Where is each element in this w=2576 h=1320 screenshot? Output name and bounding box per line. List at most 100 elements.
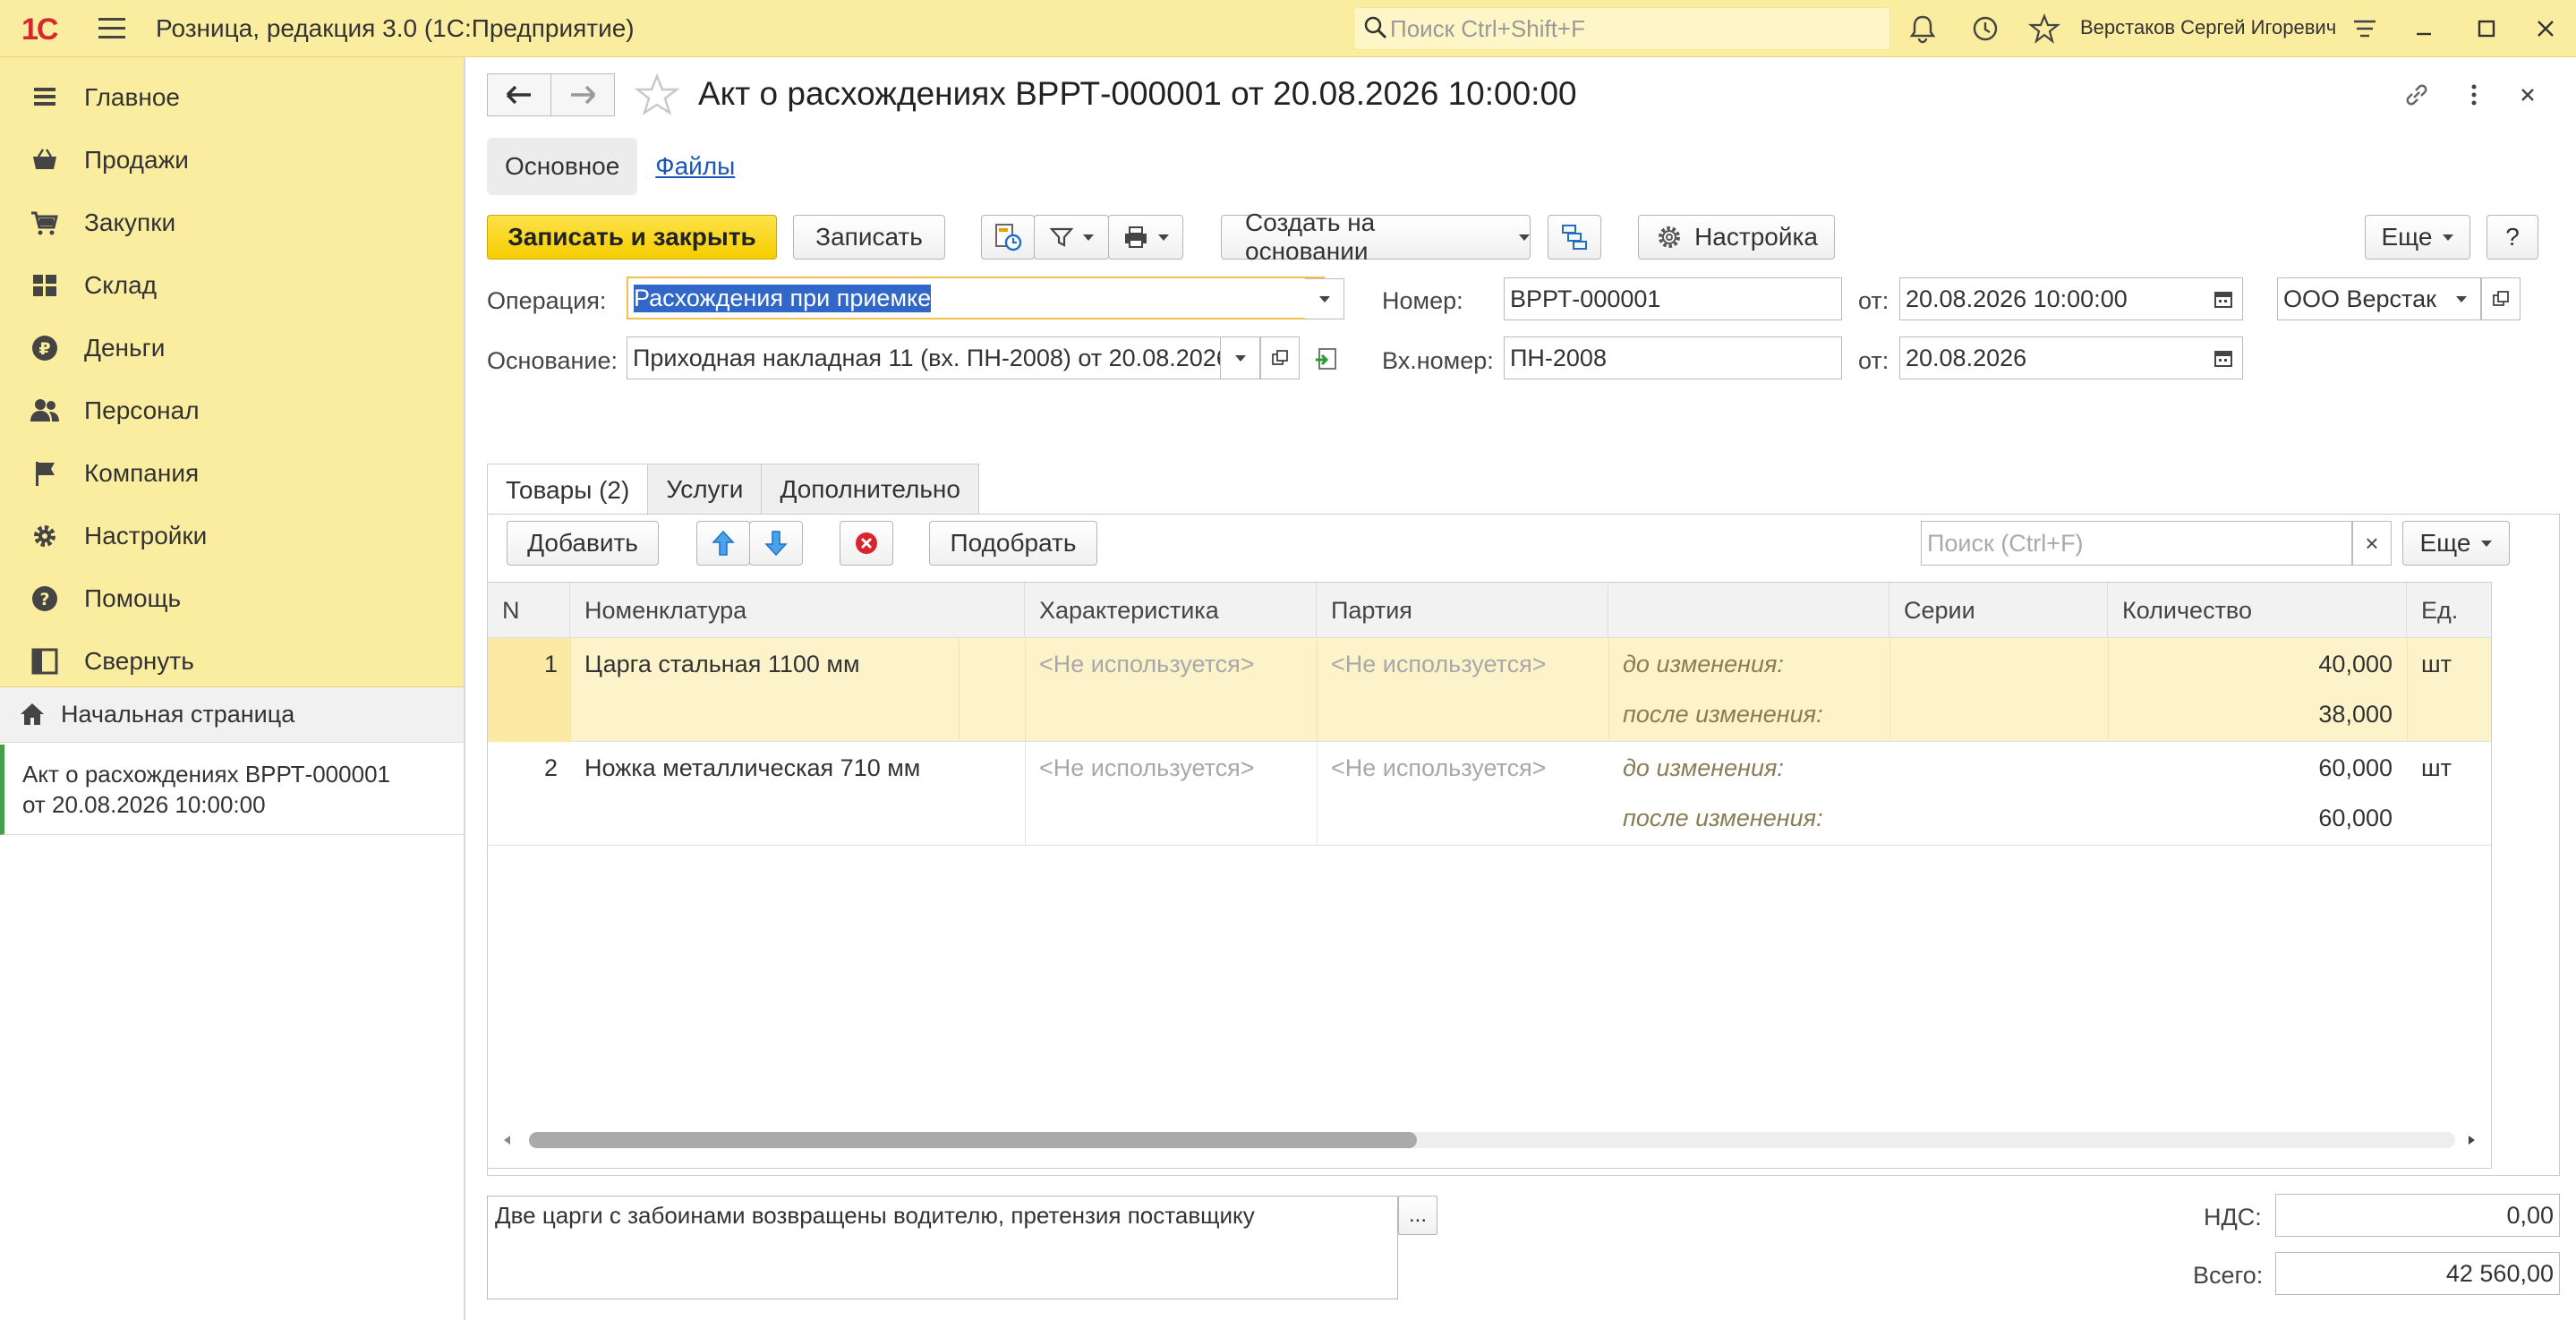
move-up-button[interactable] (696, 521, 750, 566)
global-search-input[interactable]: Поиск Ctrl+Shift+F (1353, 7, 1890, 50)
scroll-right-icon[interactable] (2464, 1134, 2478, 1146)
sidebar-item-company[interactable]: Компания (0, 442, 464, 505)
settings-lines-icon[interactable] (2349, 13, 2381, 45)
favorite-star-icon[interactable] (634, 72, 680, 118)
hamburger-menu-icon[interactable] (98, 18, 125, 39)
back-button[interactable] (487, 73, 551, 116)
favorites-star-icon[interactable] (2028, 13, 2060, 45)
global-search-placeholder: Поиск Ctrl+Shift+F (1390, 15, 1585, 42)
tab-additional[interactable]: Дополнительно (761, 464, 979, 514)
sidebar-item-help[interactable]: ? Помощь (0, 567, 464, 630)
structure-button[interactable] (1548, 215, 1601, 260)
incoming-date-picker-button[interactable] (2204, 336, 2243, 379)
basis-open-button[interactable] (1260, 336, 1300, 379)
table-more-button[interactable]: Еще (2402, 521, 2510, 566)
more-button[interactable]: Еще (2365, 215, 2470, 260)
table-row[interactable]: 2 Ножка металлическая 710 мм <Не использ… (488, 742, 2491, 846)
sidebar-item-collapse[interactable]: Свернуть (0, 630, 464, 693)
row-number: 2 (543, 754, 558, 781)
tab-files[interactable]: Файлы (637, 138, 753, 195)
page-title: Акт о расхождениях ВРРТ-000001 от 20.08.… (698, 75, 1577, 112)
chevron-down-icon (2455, 295, 2467, 302)
column-header-series[interactable]: Серии (1889, 583, 2108, 638)
open-window-icon (1272, 350, 1288, 365)
history-icon[interactable] (1969, 13, 2001, 45)
app-window: 1С Розница, редакция 3.0 (1С:Предприятие… (0, 0, 2576, 1320)
arrow-down-icon (764, 531, 788, 557)
minimize-icon[interactable] (2406, 11, 2442, 47)
basis-dropdown[interactable] (1221, 336, 1260, 379)
operation-field[interactable]: Расхождения при приемке (627, 277, 1325, 319)
sidebar-item-personnel[interactable]: Персонал (0, 379, 464, 442)
close-form-icon[interactable] (2510, 77, 2546, 113)
sidebar-item-warehouse[interactable]: Склад (0, 254, 464, 317)
date-field[interactable]: 20.08.2026 10:00:00 (1899, 277, 2241, 320)
link-icon[interactable] (2399, 77, 2435, 113)
vat-label: НДС: (2204, 1204, 2262, 1231)
save-button[interactable]: Записать (793, 215, 945, 260)
delete-row-button[interactable] (840, 521, 893, 566)
chevron-down-icon (1158, 234, 1169, 241)
settings-label: Настройка (1694, 223, 1818, 251)
column-header-state[interactable] (1608, 583, 1889, 638)
column-header-quantity[interactable]: Количество (2108, 583, 2407, 638)
more-vertical-icon[interactable] (2456, 77, 2492, 113)
list-icon (34, 88, 55, 106)
number-field[interactable]: ВРРТ-000001 (1504, 277, 1842, 320)
open-window-item[interactable]: Акт о расхождениях ВРРТ-000001 от 20.08.… (0, 745, 464, 835)
table-search-input[interactable]: Поиск (Ctrl+F) (1921, 521, 2352, 566)
tab-services[interactable]: Услуги (647, 464, 763, 514)
sidebar-item-label: Склад (84, 271, 158, 299)
tab-goods[interactable]: Товары (2) (487, 464, 649, 515)
incoming-number-field[interactable]: ПН-2008 (1504, 336, 1842, 379)
forward-button[interactable] (550, 73, 615, 116)
add-row-button[interactable]: Добавить (507, 521, 659, 566)
comment-field[interactable]: Две царги с забоинами возвращены водител… (487, 1196, 1398, 1299)
pick-items-button[interactable]: Подобрать (929, 521, 1097, 566)
gear-icon (34, 525, 55, 547)
unit-value: шт (2421, 754, 2452, 781)
column-header-unit[interactable]: Ед. (2407, 583, 2491, 638)
sidebar-item-settings[interactable]: Настройки (0, 505, 464, 567)
quantity-after: 38,000 (2318, 701, 2393, 728)
organization-dropdown[interactable] (2442, 277, 2481, 320)
before-change-label: до изменения: (1623, 754, 1784, 781)
column-header-batch[interactable]: Партия (1317, 583, 1608, 638)
help-button[interactable]: ? (2486, 215, 2538, 260)
incoming-date-field[interactable]: 20.08.2026 (1899, 336, 2241, 379)
maximize-icon[interactable] (2469, 11, 2504, 47)
operation-dropdown[interactable] (1305, 278, 1344, 319)
home-page-link[interactable]: Начальная страница (0, 687, 464, 743)
comment-edit-button[interactable]: ... (1398, 1196, 1437, 1235)
sidebar-item-sales[interactable]: Продажи (0, 129, 464, 192)
organization-open-button[interactable] (2481, 277, 2521, 320)
sidebar-item-money[interactable]: ₽ Деньги (0, 317, 464, 379)
settings-button[interactable]: Настройка (1638, 215, 1835, 260)
user-name[interactable]: Верстаков Сергей Игоревич (2080, 16, 2336, 39)
document-movements-button[interactable] (981, 215, 1035, 260)
create-based-on-button[interactable]: Создать на основании (1221, 209, 1531, 265)
fill-from-basis-icon[interactable] (1312, 344, 1343, 374)
close-window-icon[interactable] (2528, 11, 2563, 47)
scrollbar-thumb[interactable] (529, 1132, 1417, 1148)
clear-search-button[interactable]: × (2352, 521, 2392, 566)
sidebar-item-main[interactable]: Главное (0, 66, 464, 129)
horizontal-scrollbar[interactable] (529, 1132, 2455, 1148)
column-header-item[interactable]: Номенклатура (570, 583, 1025, 638)
sidebar-item-purchases[interactable]: Закупки (0, 192, 464, 254)
bell-icon[interactable] (1906, 13, 1939, 45)
filter-menu-button[interactable] (1034, 215, 1109, 260)
scroll-left-icon[interactable] (500, 1134, 515, 1146)
move-down-button[interactable] (749, 521, 803, 566)
save-and-close-button[interactable]: Записать и закрыть (487, 215, 777, 260)
column-header-characteristic[interactable]: Характеристика (1025, 583, 1317, 638)
tab-main[interactable]: Основное (487, 138, 638, 195)
column-header-n[interactable]: N (488, 583, 570, 638)
basis-field[interactable]: Приходная накладная 11 (вх. ПН-2008) от … (627, 336, 1221, 379)
item-name: Царга стальная 1100 мм (584, 651, 860, 677)
table-row[interactable]: 1 Царга стальная 1100 мм <Не используетс… (488, 638, 2491, 742)
date-picker-button[interactable] (2204, 277, 2243, 320)
after-change-label: после изменения: (1623, 701, 1823, 728)
print-menu-button[interactable] (1108, 215, 1183, 260)
chevron-down-icon (2481, 540, 2493, 547)
